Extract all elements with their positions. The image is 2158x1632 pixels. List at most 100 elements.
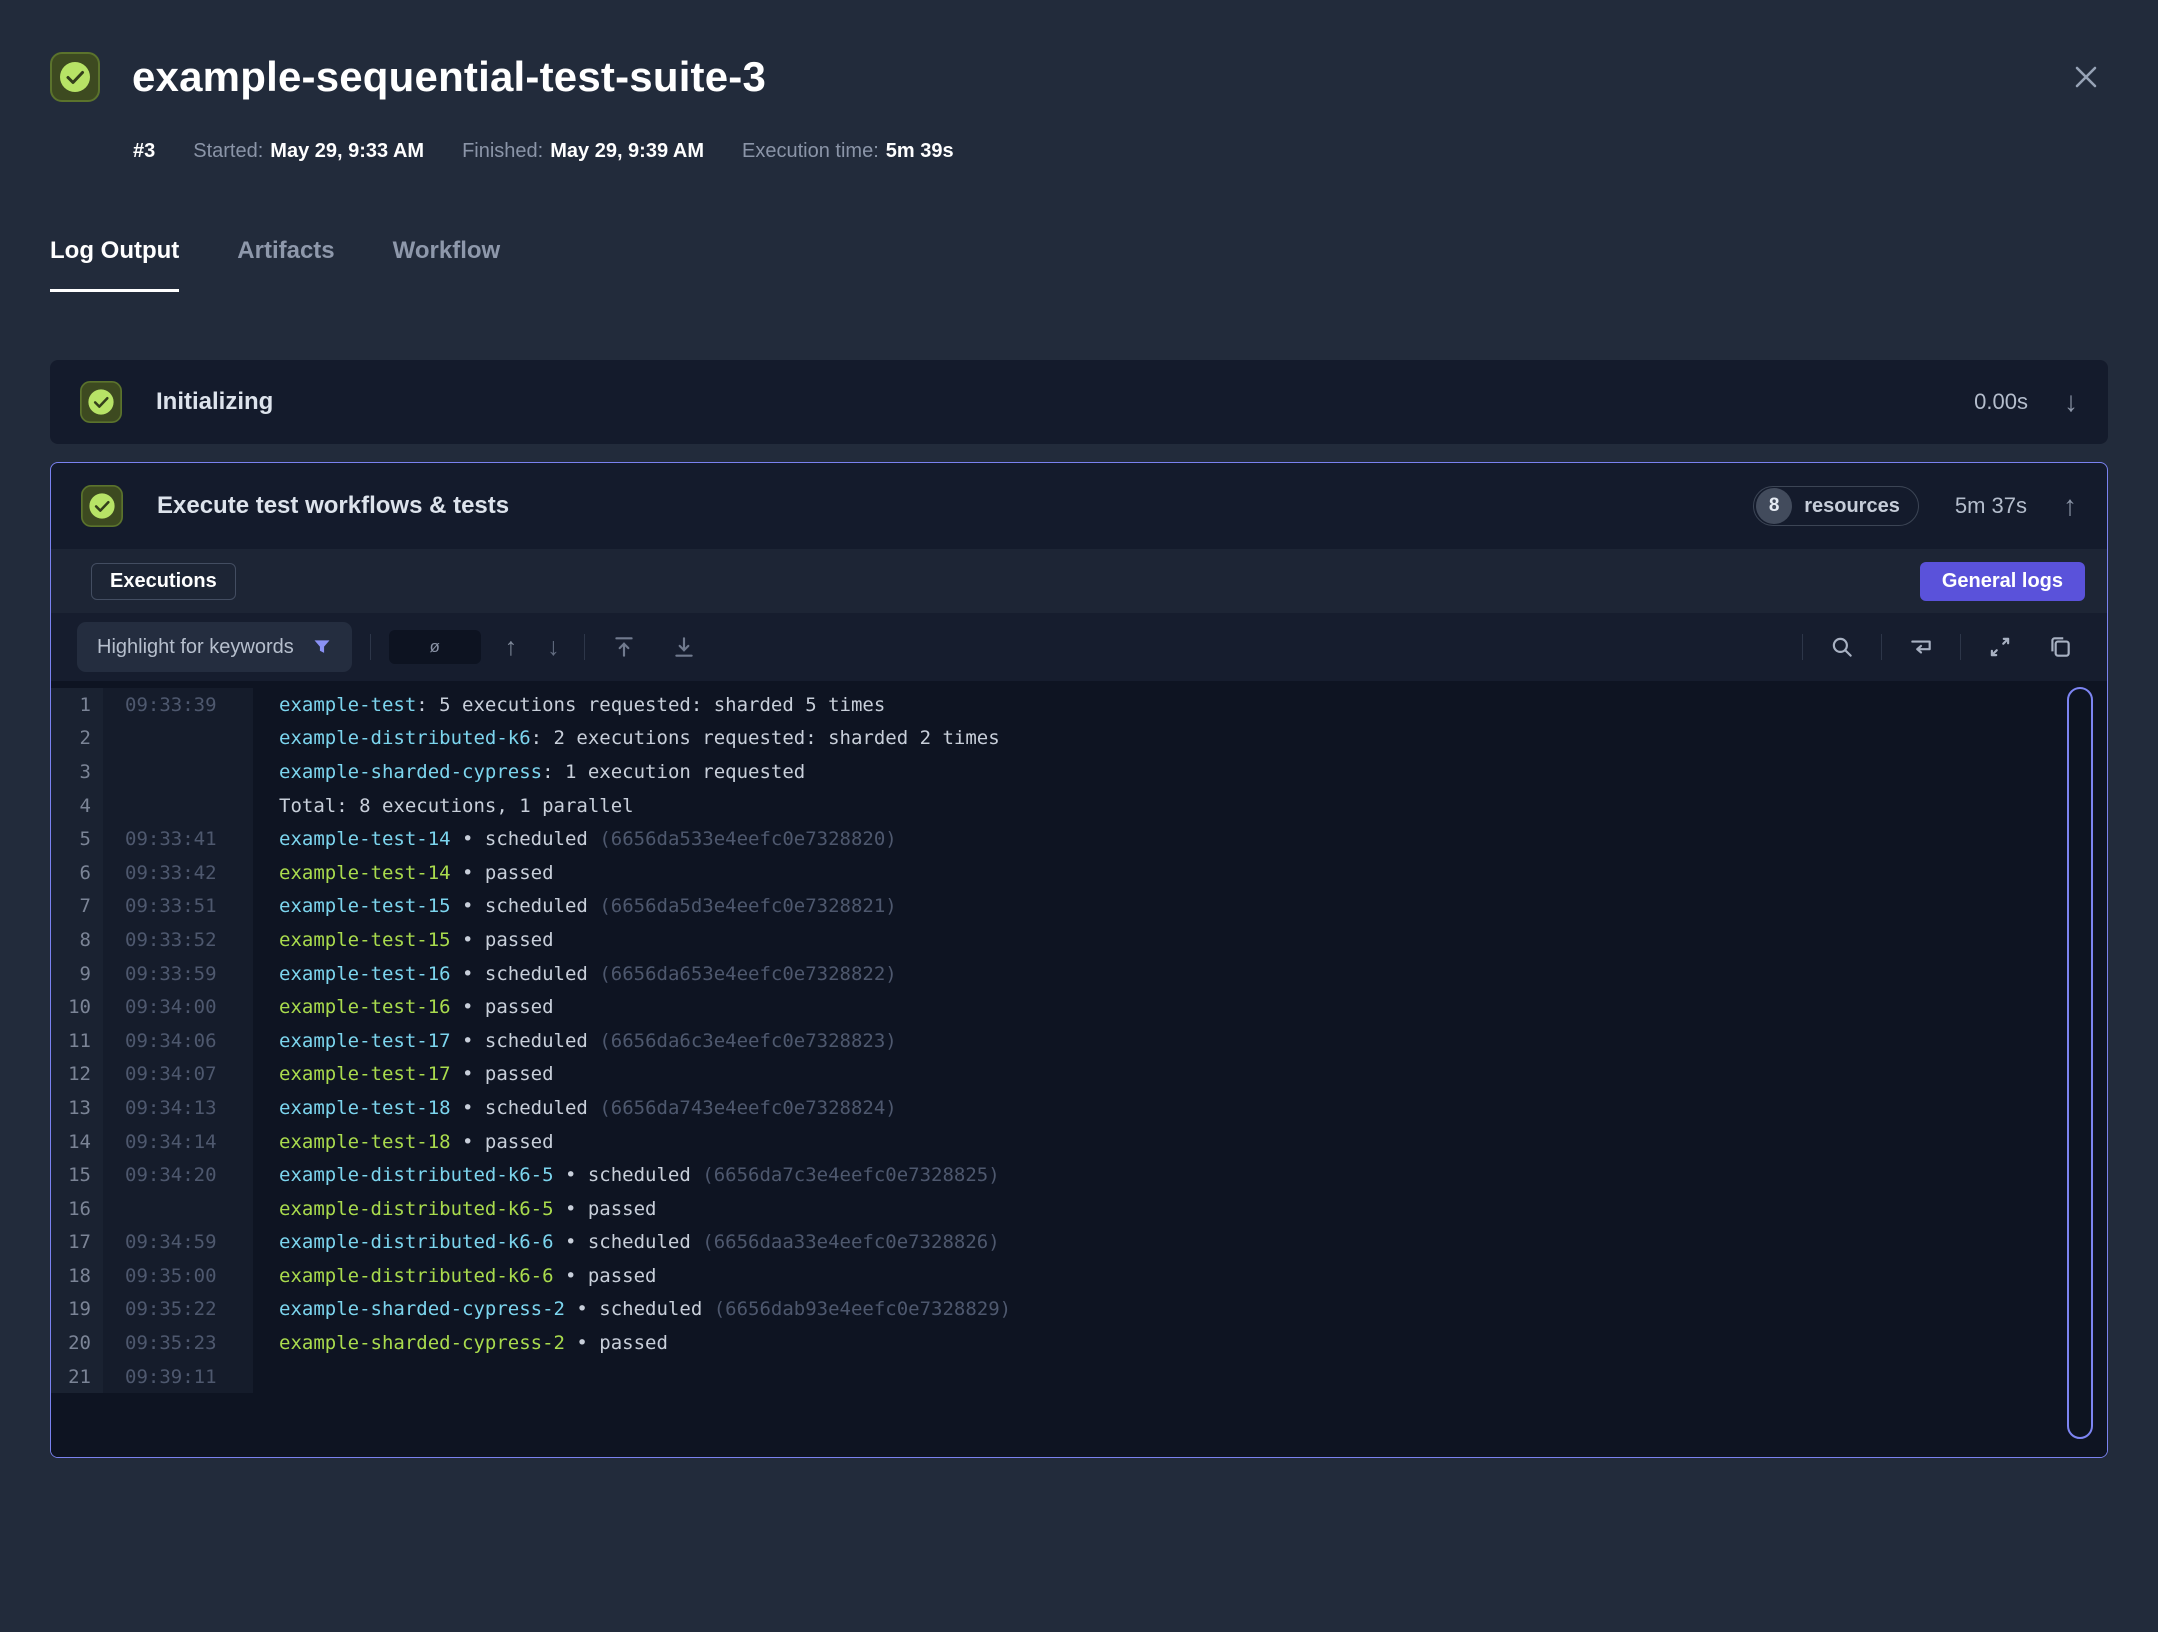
log-line: 609:33:42example-test-14 • passed: [51, 856, 2107, 890]
section-duration: 5m 37s: [1955, 493, 2027, 519]
started-at: Started:May 29, 9:33 AM: [193, 140, 424, 163]
toolbar-divider: [584, 634, 585, 660]
log-line: 1709:34:59example-distributed-k6-6 • sch…: [51, 1226, 2107, 1260]
tab-bar: Log Output Artifacts Workflow: [50, 237, 2108, 292]
log-timestamp: 09:34:00: [103, 990, 253, 1024]
section-duration: 0.00s: [1974, 389, 2028, 415]
log-line: 809:33:52example-test-15 • passed: [51, 923, 2107, 957]
log-timestamp: 09:33:42: [103, 856, 253, 890]
log-timestamp: [103, 789, 253, 823]
log-message: example-test-18 • scheduled (6656da743e4…: [253, 1097, 897, 1119]
log-line: 1009:34:00example-test-16 • passed: [51, 990, 2107, 1024]
log-line-number: 13: [51, 1091, 103, 1125]
execution-details-modal: example-sequential-test-suite-3 #3 Start…: [0, 52, 2158, 1458]
log-timestamp: 09:33:52: [103, 923, 253, 957]
log-message: example-distributed-k6-5 • passed: [253, 1198, 657, 1220]
expand-section-icon[interactable]: ↓: [2064, 388, 2078, 416]
filter-funnel-icon[interactable]: [312, 637, 332, 657]
log-line-number: 5: [51, 822, 103, 856]
execution-time: Execution time:5m 39s: [742, 140, 954, 163]
close-icon[interactable]: [2064, 55, 2108, 99]
log-message: example-test-16 • passed: [253, 996, 554, 1018]
finished-at: Finished:May 29, 9:39 AM: [462, 140, 704, 163]
log-message: Total: 8 executions, 1 parallel: [253, 795, 634, 817]
log-scrollbar[interactable]: [2067, 687, 2093, 1439]
log-line: 1109:34:06example-test-17 • scheduled (6…: [51, 1024, 2107, 1058]
next-match-icon[interactable]: ↓: [541, 635, 566, 660]
log-line: 909:33:59example-test-16 • scheduled (66…: [51, 957, 2107, 991]
log-toolbar: Highlight for keywords ø ↑ ↓: [51, 613, 2107, 681]
log-timestamp: 09:39:11: [103, 1360, 253, 1394]
log-line-number: 9: [51, 957, 103, 991]
log-line: 1809:35:00example-distributed-k6-6 • pas…: [51, 1259, 2107, 1293]
log-line: 1309:34:13example-test-18 • scheduled (6…: [51, 1091, 2107, 1125]
log-line: 709:33:51example-test-15 • scheduled (66…: [51, 890, 2107, 924]
log-line: 1509:34:20example-distributed-k6-5 • sch…: [51, 1158, 2107, 1192]
general-logs-button[interactable]: General logs: [1920, 562, 2085, 601]
log-viewer: Highlight for keywords ø ↑ ↓: [51, 613, 2107, 1457]
previous-match-icon[interactable]: ↑: [499, 635, 524, 660]
section-title: Initializing: [156, 388, 273, 416]
highlight-keywords-input[interactable]: Highlight for keywords: [77, 622, 352, 672]
log-message: example-test: 5 executions requested: sh…: [253, 694, 885, 716]
fullscreen-icon[interactable]: [1979, 634, 2021, 660]
log-line-number: 21: [51, 1360, 103, 1394]
tab-artifacts[interactable]: Artifacts: [237, 237, 334, 292]
resources-count: 8: [1756, 488, 1792, 524]
log-timestamp: [103, 755, 253, 789]
log-timestamp: 09:34:06: [103, 1024, 253, 1058]
log-message: example-test-18 • passed: [253, 1131, 554, 1153]
log-timestamp: 09:33:59: [103, 957, 253, 991]
toolbar-divider: [1881, 634, 1882, 660]
log-message: example-test-15 • scheduled (6656da5d3e4…: [253, 895, 897, 917]
log-message: example-sharded-cypress-2 • scheduled (6…: [253, 1298, 1011, 1320]
scroll-to-top-icon[interactable]: [603, 634, 645, 660]
log-message: example-test-15 • passed: [253, 929, 554, 951]
log-line: 109:33:39example-test: 5 executions requ…: [51, 688, 2107, 722]
log-message: example-sharded-cypress-2 • passed: [253, 1332, 668, 1354]
log-line-number: 2: [51, 722, 103, 756]
log-timestamp: 09:34:07: [103, 1058, 253, 1092]
word-wrap-icon[interactable]: [1900, 634, 1942, 660]
log-line-number: 15: [51, 1158, 103, 1192]
executions-button[interactable]: Executions: [91, 563, 236, 600]
scroll-to-bottom-icon[interactable]: [663, 634, 705, 660]
tab-log-output[interactable]: Log Output: [50, 237, 179, 292]
executions-bar: Executions General logs: [51, 549, 2107, 613]
match-counter: ø: [389, 630, 481, 664]
log-line-number: 1: [51, 688, 103, 722]
log-message: example-distributed-k6-6 • scheduled (66…: [253, 1231, 1000, 1253]
section-initializing[interactable]: Initializing 0.00s ↓: [50, 360, 2108, 444]
log-message: example-sharded-cypress: 1 execution req…: [253, 761, 805, 783]
log-line: 16 example-distributed-k6-5 • passed: [51, 1192, 2107, 1226]
log-timestamp: 09:35:23: [103, 1326, 253, 1360]
log-message: example-test-16 • scheduled (6656da653e4…: [253, 963, 897, 985]
log-line: 509:33:41example-test-14 • scheduled (66…: [51, 822, 2107, 856]
search-icon[interactable]: [1821, 634, 1863, 660]
collapse-section-icon[interactable]: ↑: [2063, 492, 2077, 520]
log-message: example-test-14 • passed: [253, 862, 554, 884]
log-line-number: 7: [51, 890, 103, 924]
copy-icon[interactable]: [2039, 634, 2081, 660]
status-passed-icon: [50, 52, 100, 102]
log-line-number: 4: [51, 789, 103, 823]
log-timestamp: 09:33:39: [103, 688, 253, 722]
resources-badge: 8 resources: [1753, 486, 1919, 526]
log-timestamp: [103, 1192, 253, 1226]
toolbar-divider: [1960, 634, 1961, 660]
section-execute-tests: Execute test workflows & tests 8 resourc…: [50, 462, 2108, 1458]
log-message: example-distributed-k6-6 • passed: [253, 1265, 657, 1287]
log-message: example-test-17 • scheduled (6656da6c3e4…: [253, 1030, 897, 1052]
log-timestamp: 09:34:13: [103, 1091, 253, 1125]
log-timestamp: 09:34:20: [103, 1158, 253, 1192]
log-line-number: 17: [51, 1226, 103, 1260]
title-row: example-sequential-test-suite-3: [50, 52, 2108, 102]
toolbar-divider: [370, 634, 371, 660]
status-passed-icon: [80, 381, 122, 423]
log-line-number: 16: [51, 1192, 103, 1226]
log-line-number: 18: [51, 1259, 103, 1293]
section-header[interactable]: Execute test workflows & tests 8 resourc…: [51, 463, 2107, 549]
log-line-number: 11: [51, 1024, 103, 1058]
log-timestamp: 09:34:59: [103, 1226, 253, 1260]
tab-workflow[interactable]: Workflow: [393, 237, 501, 292]
